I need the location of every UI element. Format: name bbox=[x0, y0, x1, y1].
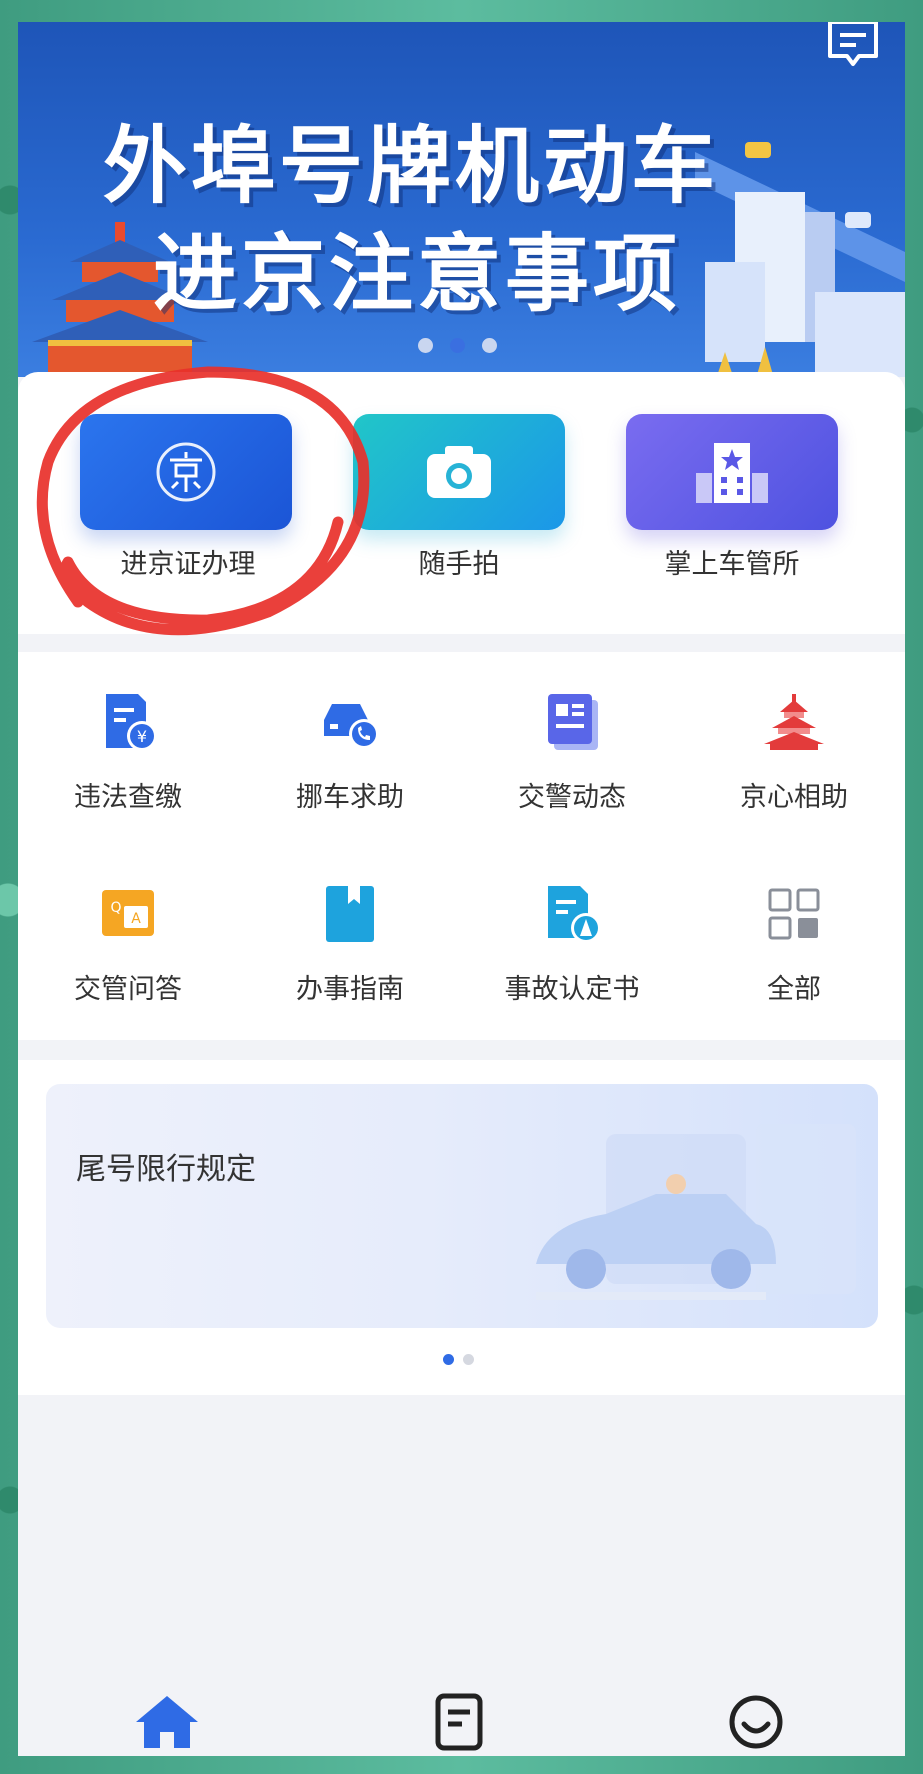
app-screen: 外埠号牌机动车 进京注意事项 进京证办理 随手拍 掌上车管所 ¥ 违法查缴 挪车… bbox=[18, 22, 905, 1756]
restriction-dot[interactable] bbox=[463, 1354, 474, 1365]
beijing-permit-label: 进京证办理 bbox=[120, 549, 256, 580]
vehicle-office-button[interactable] bbox=[626, 414, 838, 530]
car-illustration bbox=[536, 1124, 856, 1300]
home-icon[interactable] bbox=[132, 1692, 202, 1752]
service-label: 交警动态 bbox=[518, 782, 626, 813]
banner-dot-active[interactable] bbox=[450, 338, 465, 353]
service-violation-payment[interactable]: ¥ 违法查缴 bbox=[18, 690, 238, 840]
banner-dot[interactable] bbox=[482, 338, 497, 353]
banner-pagination bbox=[418, 338, 497, 353]
car-call-icon bbox=[324, 704, 379, 749]
beijing-permit-button[interactable] bbox=[80, 414, 292, 530]
guide-book-icon bbox=[326, 886, 374, 942]
banner-title-line1: 外埠号牌机动车 bbox=[103, 117, 720, 215]
building-icon bbox=[696, 443, 768, 503]
service-label: 办事指南 bbox=[296, 974, 404, 1005]
service-label: 事故认定书 bbox=[504, 974, 640, 1005]
temple-icon bbox=[764, 694, 824, 750]
smile-icon[interactable] bbox=[721, 1692, 791, 1752]
quick-actions-panel: 进京证办理 随手拍 掌上车管所 bbox=[18, 372, 905, 634]
snapshot-report-button[interactable] bbox=[353, 414, 565, 530]
document-icon[interactable] bbox=[424, 1692, 494, 1752]
services-grid: ¥ 违法查缴 挪车求助 交警动态 京心相助 Q A 交管问答 办事指南 事故认定… bbox=[18, 652, 905, 1040]
jing-icon bbox=[156, 442, 216, 502]
fine-payment-icon: ¥ bbox=[106, 694, 157, 751]
service-all[interactable]: 全部 bbox=[684, 882, 904, 1032]
svg-text:Q: Q bbox=[110, 900, 121, 916]
news-icon bbox=[548, 694, 598, 750]
restriction-dot-active[interactable] bbox=[443, 1354, 454, 1365]
grid-all-icon bbox=[768, 888, 820, 940]
service-beijing-help[interactable]: 京心相助 bbox=[684, 690, 904, 840]
camera-icon bbox=[427, 446, 491, 498]
svg-text:A: A bbox=[131, 911, 141, 927]
message-icon[interactable] bbox=[826, 22, 880, 70]
restriction-title: 尾号限行规定 bbox=[76, 1152, 256, 1187]
restriction-panel: 尾号限行规定 bbox=[18, 1060, 905, 1395]
service-label: 交管问答 bbox=[74, 974, 182, 1005]
service-label: 京心相助 bbox=[740, 782, 848, 813]
banner-title-line2: 进京注意事项 bbox=[153, 225, 682, 323]
service-accident-report[interactable]: 事故认定书 bbox=[462, 882, 682, 1032]
service-traffic-news[interactable]: 交警动态 bbox=[462, 690, 682, 840]
service-guide[interactable]: 办事指南 bbox=[240, 882, 460, 1032]
vehicle-office-label: 掌上车管所 bbox=[664, 549, 800, 580]
banner-title: 外埠号牌机动车 进京注意事项 bbox=[103, 112, 719, 328]
bottom-nav bbox=[18, 1674, 905, 1756]
accident-report-icon bbox=[548, 886, 601, 943]
city-illustration bbox=[695, 142, 905, 377]
plate-restriction-card[interactable]: 尾号限行规定 bbox=[46, 1084, 878, 1328]
banner-dot[interactable] bbox=[418, 338, 433, 353]
service-label: 全部 bbox=[767, 974, 821, 1005]
qa-icon: Q A bbox=[102, 890, 154, 936]
service-traffic-qa[interactable]: Q A 交管问答 bbox=[18, 882, 238, 1032]
snapshot-report-label: 随手拍 bbox=[418, 549, 500, 580]
restriction-pagination bbox=[443, 1354, 474, 1365]
svg-text:¥: ¥ bbox=[137, 727, 147, 746]
banner-carousel[interactable]: 外埠号牌机动车 进京注意事项 bbox=[18, 22, 905, 377]
service-label: 挪车求助 bbox=[296, 782, 404, 813]
service-label: 违法查缴 bbox=[74, 782, 182, 813]
service-move-car[interactable]: 挪车求助 bbox=[240, 690, 460, 840]
